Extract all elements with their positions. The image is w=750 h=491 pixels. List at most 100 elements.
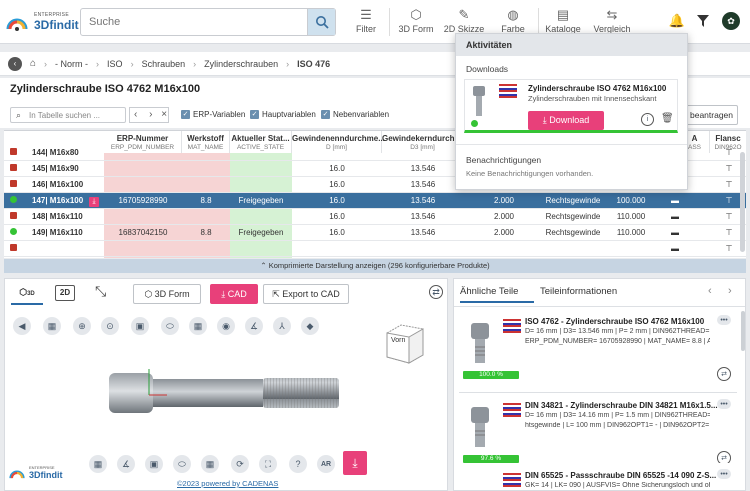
ar-icon[interactable]: AR bbox=[317, 455, 335, 473]
3dform-button[interactable]: ⬡ 3D Form bbox=[133, 284, 201, 304]
cylinder-icon[interactable]: ⬭ bbox=[161, 317, 179, 335]
cad-button[interactable]: ⤓ CAD bbox=[210, 284, 258, 304]
download-button[interactable]: ⤓ Download bbox=[528, 111, 604, 130]
measure-icon[interactable]: ⤡ bbox=[95, 283, 106, 300]
more-icon[interactable]: ••• bbox=[717, 315, 731, 325]
search-button[interactable] bbox=[307, 9, 335, 35]
cell-mat bbox=[182, 145, 230, 161]
zoom-fit-icon[interactable]: ⊙ bbox=[101, 317, 119, 335]
request-button[interactable]: beantragen bbox=[680, 105, 738, 125]
cell-mat: 8.8 bbox=[200, 196, 212, 205]
info-icon[interactable]: i bbox=[641, 113, 654, 126]
collapse-icon[interactable]: ⇄ bbox=[429, 285, 443, 299]
cell-l: 100.000 bbox=[616, 196, 646, 205]
cell-d3 bbox=[382, 241, 464, 257]
measure-angle-icon[interactable]: ∡ bbox=[245, 317, 263, 335]
checkbox-main-vars[interactable]: ✓ Hauptvariablen bbox=[250, 110, 316, 120]
cell-mat bbox=[182, 177, 230, 193]
row-id: 144| M16x80 bbox=[32, 148, 79, 157]
chevron-right-icon[interactable]: › bbox=[149, 109, 152, 120]
table-row[interactable]: 147| M16x100 ⤓ 16705928990 8.8 Freigegeben 16… bbox=[4, 193, 746, 209]
camera-icon[interactable]: ◉ bbox=[217, 317, 235, 335]
table-row[interactable]: ▬ ⊤ bbox=[4, 241, 746, 257]
similar-part-card[interactable]: DIN 65525 - Passschraube DIN 65525 -14 0… bbox=[459, 463, 737, 490]
download-icon[interactable]: ⤓ bbox=[343, 451, 367, 475]
back-icon[interactable]: ‹ bbox=[8, 56, 22, 71]
search-input[interactable] bbox=[81, 9, 307, 35]
powered-by-link[interactable]: ©2023 powered by CADENAS bbox=[177, 479, 278, 488]
cell-d: 16.0 bbox=[329, 180, 345, 189]
bell-icon[interactable]: 🔔 bbox=[668, 12, 686, 30]
fullscreen-icon[interactable]: ⛶ bbox=[259, 455, 277, 473]
breadcrumb-item[interactable]: Schrauben bbox=[142, 59, 186, 69]
part-details: D= 16 mm | D3= 13.546 mm | P= 2 mm | DIN… bbox=[525, 328, 710, 335]
help-icon[interactable]: ? bbox=[289, 455, 307, 473]
breadcrumb-item[interactable]: Zylinderschrauben bbox=[204, 59, 278, 69]
view-cube[interactable]: Vorn bbox=[379, 319, 429, 369]
checkbox-secondary-vars[interactable]: ✓ Nebenvariablen bbox=[321, 110, 389, 120]
part-details: D= 16 mm | D3= 14.16 mm | P= 1.5 mm | DI… bbox=[525, 412, 710, 419]
similar-part-card[interactable]: ISO 4762 - Zylinderschraube ISO 4762 M16… bbox=[459, 309, 737, 393]
wireframe-icon[interactable]: ▦ bbox=[89, 455, 107, 473]
toolbar-filter-button[interactable]: ☰ Filter bbox=[350, 6, 382, 40]
app-logo[interactable]: ENTERPRISE 3Dfindit bbox=[6, 8, 79, 36]
table-search-input[interactable]: ⌕ In Tabelle suchen ... bbox=[10, 107, 126, 123]
toolbar-divider bbox=[538, 8, 539, 36]
row-id: 149| M16x110 bbox=[32, 228, 83, 237]
breadcrumb-item[interactable]: ISO bbox=[107, 59, 123, 69]
funnel-icon[interactable] bbox=[694, 12, 712, 30]
table-scrollbar[interactable] bbox=[740, 152, 745, 252]
table-search-nav[interactable]: ‹ › × bbox=[129, 107, 169, 123]
cylinder-icon[interactable]: ⬭ bbox=[173, 455, 191, 473]
more-icon[interactable]: ••• bbox=[717, 399, 731, 409]
download-icon[interactable]: ⤓ bbox=[88, 193, 100, 209]
compare-icon[interactable]: ⇄ bbox=[717, 367, 731, 381]
tab-similar-parts[interactable]: Ähnliche Teile bbox=[460, 283, 534, 303]
chevron-up-icon: ⌃ bbox=[260, 261, 269, 270]
grid-icon[interactable]: ▦ bbox=[189, 317, 207, 335]
breadcrumb-item[interactable]: - Norm - bbox=[55, 59, 88, 69]
checkbox-erp-vars[interactable]: ✓ ERP-Variablen bbox=[181, 110, 245, 120]
download-item: Zylinderschraube ISO 4762 M16x100 Zylind… bbox=[464, 79, 678, 133]
table-row[interactable]: 148| M16x110 16.0 13.546 2.000 Rechtsgewinde… bbox=[4, 209, 746, 225]
chevron-left-icon[interactable]: ‹ bbox=[708, 285, 712, 297]
wireframe-icon[interactable]: ▦ bbox=[43, 317, 61, 335]
measure-angle-icon[interactable]: ∡ bbox=[117, 455, 135, 473]
cell-d3: 13.546 bbox=[410, 196, 436, 205]
expand-bar[interactable]: ⌃ Komprimierte Darstellung anzeigen (296… bbox=[4, 259, 746, 273]
shaded-icon[interactable]: ▣ bbox=[145, 455, 163, 473]
table-row[interactable]: 149| M16x110 16837042150 8.8 Freigegeben 16.… bbox=[4, 225, 746, 241]
screw-model-image bbox=[105, 367, 345, 419]
chevron-icon: ▬ bbox=[671, 212, 679, 221]
cell-d3 bbox=[382, 145, 464, 161]
part-thumbnail bbox=[469, 84, 499, 120]
arrow-left-icon[interactable]: ◀ bbox=[13, 317, 31, 335]
cell-d: 16.0 bbox=[329, 164, 345, 173]
user-avatar[interactable]: ✿ bbox=[722, 12, 740, 30]
axes-icon[interactable]: ⅄ bbox=[273, 317, 291, 335]
tab-2d[interactable]: 2D bbox=[55, 285, 75, 301]
cell-l: 110.000 bbox=[616, 212, 646, 221]
more-icon[interactable]: ••• bbox=[717, 469, 731, 479]
chevron-left-icon[interactable]: ‹ bbox=[134, 109, 137, 120]
shaded-icon[interactable]: ▣ bbox=[131, 317, 149, 335]
grid-icon[interactable]: ▦ bbox=[201, 455, 219, 473]
section-icon[interactable]: ◆ bbox=[301, 317, 319, 335]
checkbox-icon: ✓ bbox=[321, 110, 330, 120]
export-cad-button[interactable]: ⇱ Export to CAD bbox=[263, 284, 349, 304]
close-icon[interactable]: × bbox=[161, 109, 167, 120]
flange-icon: ⊤ bbox=[725, 164, 733, 173]
status-error-icon bbox=[8, 177, 18, 193]
toolbar-3dform-button[interactable]: ⬡ 3D Form bbox=[395, 6, 437, 40]
animation-icon[interactable]: ⟳ bbox=[231, 455, 249, 473]
panel-scrollbar[interactable] bbox=[741, 311, 745, 351]
tab-3d[interactable]: ⬡3D bbox=[11, 281, 43, 305]
search-box[interactable] bbox=[80, 8, 336, 36]
notifications-empty: Keine Benachrichtigungen vorhanden. bbox=[466, 169, 594, 178]
chevron-right-icon[interactable]: › bbox=[728, 285, 732, 297]
trash-icon[interactable]: 🗑 bbox=[661, 113, 674, 124]
zoom-in-icon[interactable]: ⊕ bbox=[73, 317, 91, 335]
home-icon[interactable]: ⌂ bbox=[30, 58, 36, 69]
cell-l: 110.000 bbox=[616, 228, 646, 237]
tab-part-info[interactable]: Teileinformationen bbox=[540, 283, 660, 303]
